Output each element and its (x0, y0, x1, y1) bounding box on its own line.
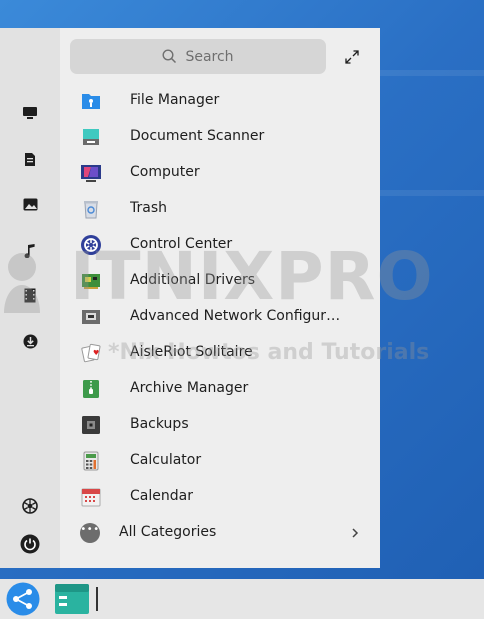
app-label: Calendar (130, 488, 193, 504)
app-calculator[interactable]: Calculator (60, 443, 380, 479)
cards-icon: ♥ (80, 342, 102, 364)
app-label: Archive Manager (130, 380, 249, 396)
app-file-manager[interactable]: File Manager (60, 83, 380, 119)
search-placeholder: Search (185, 48, 234, 65)
more-icon: ••• (80, 523, 100, 543)
app-label: Document Scanner (130, 128, 265, 144)
svg-text:♥: ♥ (93, 349, 99, 357)
app-label: Computer (130, 164, 200, 180)
downloads-icon[interactable] (15, 326, 45, 356)
file-manager-icon (80, 90, 102, 112)
scanner-icon (80, 126, 102, 148)
app-label: Backups (130, 416, 189, 432)
start-menu-icon[interactable] (4, 581, 42, 617)
app-calendar[interactable]: Calendar (60, 479, 380, 515)
settings-icon[interactable] (15, 491, 45, 521)
app-trash[interactable]: Trash (60, 191, 380, 227)
computer-icon[interactable] (15, 98, 45, 128)
taskbar-separator (96, 587, 98, 611)
app-backups[interactable]: Backups (60, 407, 380, 443)
calendar-icon (80, 486, 102, 508)
expand-icon[interactable] (341, 46, 363, 68)
app-label: Calculator (130, 452, 202, 468)
pictures-icon[interactable] (15, 189, 45, 219)
trash-icon (80, 198, 102, 220)
search-icon (162, 49, 177, 64)
computer-app-icon (80, 162, 102, 184)
chevron-right-icon (352, 528, 359, 538)
app-archive-manager[interactable]: Archive Manager (60, 371, 380, 407)
app-label: File Manager (130, 92, 220, 108)
all-categories-label: All Categories (119, 524, 217, 540)
backups-icon (80, 414, 102, 436)
files-taskbar-icon[interactable] (52, 582, 92, 616)
watermark-subtitle: *Nix Howtos and Tutorials (108, 340, 430, 365)
watermark-logo (4, 253, 40, 313)
document-icon[interactable] (15, 144, 45, 174)
taskbar (0, 579, 484, 619)
app-label: Trash (130, 200, 167, 216)
all-categories-button[interactable]: ••• All Categories (60, 518, 380, 548)
calculator-icon (80, 450, 102, 472)
app-computer[interactable]: Computer (60, 155, 380, 191)
power-icon[interactable] (15, 529, 45, 559)
watermark-title: ITNIXPRO (70, 238, 434, 315)
search-field[interactable]: Search (70, 39, 326, 74)
app-document-scanner[interactable]: Document Scanner (60, 119, 380, 155)
archive-icon (80, 378, 102, 400)
